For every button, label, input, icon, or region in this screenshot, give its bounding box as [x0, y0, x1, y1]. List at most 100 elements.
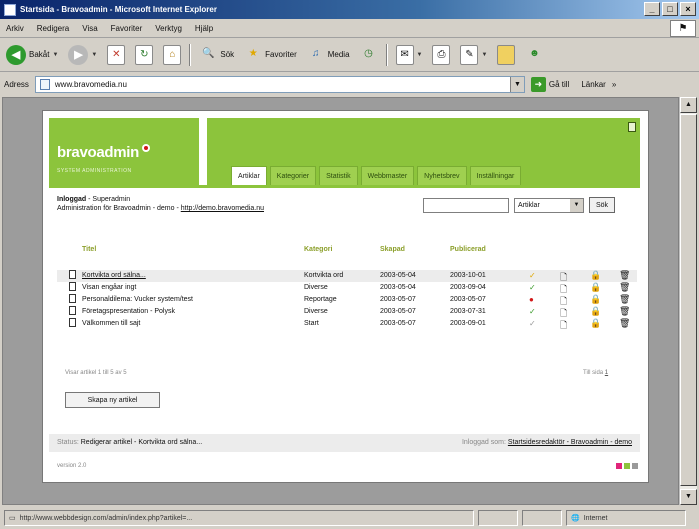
table-row[interactable]: Företagspresentation - Polysk Diverse 20…	[57, 306, 637, 318]
go-button[interactable]: ➜ Gå till	[530, 77, 569, 92]
menu-hjalp[interactable]: Hjälp	[195, 24, 213, 33]
article-published: 2003-10-01	[450, 272, 486, 279]
table-row[interactable]: Personaldilema: Vucker system/test Repor…	[57, 294, 637, 306]
favorites-button[interactable]: ★ Favoriter	[242, 42, 299, 68]
maximize-button[interactable]: □	[662, 2, 678, 16]
column-category[interactable]: Kategori	[304, 246, 332, 253]
lock-icon[interactable]: 🔒	[590, 294, 601, 305]
lock-icon[interactable]: 🔒	[590, 318, 601, 329]
delete-icon[interactable]: 🗑	[619, 306, 630, 317]
delete-icon[interactable]: 🗑	[619, 270, 630, 281]
menu-arkiv[interactable]: Arkiv	[6, 24, 24, 33]
menu-redigera[interactable]: Redigera	[37, 24, 69, 33]
tab-statistik[interactable]: Statistik	[319, 166, 358, 185]
tab-installningar[interactable]: Inställningar	[469, 166, 522, 185]
logged-in-links[interactable]: Startsidesredaktör - Bravoadmin - demo	[508, 439, 632, 446]
stop-button[interactable]: ✕	[105, 42, 127, 68]
media-icon: ♫	[311, 47, 320, 59]
forward-button[interactable]: ▶ ▼	[66, 42, 99, 68]
bravoadmin-logo: bravoadmin SYSTEM ADMINISTRATION	[49, 118, 199, 185]
edit-button[interactable]: ✎ ▼	[458, 42, 489, 68]
menu-favoriter[interactable]: Favoriter	[111, 24, 143, 33]
article-published: 2003-07-31	[450, 308, 486, 315]
page-icon: ▭	[9, 515, 16, 522]
folder-button[interactable]	[495, 42, 517, 68]
lock-icon[interactable]: 🔒	[590, 306, 601, 317]
edit-article-icon[interactable]: 🗋	[560, 318, 567, 334]
refresh-button[interactable]: ↻	[133, 42, 155, 68]
media-button[interactable]: ♫ Media	[305, 42, 352, 68]
delete-icon[interactable]: 🗑	[619, 294, 630, 305]
color-swatch-green[interactable]	[624, 463, 630, 469]
column-created[interactable]: Skapad	[380, 246, 405, 253]
user-label: Inloggad	[57, 196, 87, 203]
home-icon: ⌂	[163, 44, 182, 65]
search-button[interactable]: 🔍 Sök	[197, 42, 236, 68]
tab-bar: Artiklar Kategorier Statistik Webbmaster…	[231, 166, 522, 185]
new-article-button[interactable]: Skapa ny artikel	[65, 392, 160, 408]
table-row[interactable]: Välkommen till sajt Start 2003-05-07 200…	[57, 318, 637, 330]
article-title[interactable]: Visan engåar ingt	[82, 284, 136, 291]
tab-nyhetsbrev[interactable]: Nyhetsbrev	[417, 166, 467, 185]
chevron-down-icon[interactable]: ▼	[509, 77, 524, 92]
color-switcher	[616, 463, 638, 469]
article-category: Start	[304, 320, 319, 327]
lock-icon[interactable]: 🔒	[590, 270, 601, 281]
article-title[interactable]: Företagspresentation - Polysk	[82, 308, 175, 315]
close-button[interactable]: ×	[680, 2, 696, 16]
pager-page-link[interactable]: 1	[605, 370, 608, 376]
lock-icon[interactable]: 🔒	[590, 282, 601, 293]
user-name: Superadmin	[92, 196, 131, 203]
article-published: 2003-09-01	[450, 320, 486, 327]
article-created: 2003-05-07	[380, 308, 416, 315]
menu-visa[interactable]: Visa	[82, 24, 97, 33]
table-row[interactable]: Visan engåar ingt Diverse 2003-05-04 200…	[57, 282, 637, 294]
tab-kategorier[interactable]: Kategorier	[269, 166, 317, 185]
delete-icon[interactable]: 🗑	[619, 318, 630, 329]
scroll-thumb[interactable]	[680, 114, 697, 486]
chevron-right-icon[interactable]: »	[612, 80, 616, 89]
home-button[interactable]: ⌂	[161, 42, 183, 68]
history-button[interactable]: ◷	[358, 42, 380, 68]
status-segment	[522, 510, 562, 526]
chevron-down-icon: ▼	[52, 51, 59, 58]
article-title[interactable]: Kortvikta ord sälna...	[82, 272, 146, 279]
tab-webbmaster[interactable]: Webbmaster	[360, 166, 415, 185]
status-icon: ✓	[529, 271, 536, 280]
delete-icon[interactable]: 🗑	[619, 282, 630, 293]
mail-button[interactable]: ✉ ▼	[394, 42, 425, 68]
search-scope-select[interactable]: Artiklar ▼	[514, 197, 584, 213]
scroll-up-icon[interactable]: ▲	[680, 97, 697, 113]
article-category: Kortvikta ord	[304, 272, 344, 279]
vertical-scrollbar[interactable]: ▲ ▼	[679, 97, 697, 505]
table-row[interactable]: Kortvikta ord sälna... Kortvikta ord 200…	[57, 270, 637, 282]
back-button[interactable]: ◀ Bakåt ▼	[4, 42, 60, 68]
scroll-down-icon[interactable]: ▼	[680, 489, 697, 505]
admin-panel: bravoadmin SYSTEM ADMINISTRATION Artikla…	[42, 110, 649, 483]
edit-icon: ✎	[460, 44, 479, 65]
links-button[interactable]: Länkar	[581, 80, 605, 89]
color-swatch-gray[interactable]	[632, 463, 638, 469]
search-button[interactable]: Sök	[589, 197, 616, 213]
column-title[interactable]: Titel	[82, 246, 96, 253]
menu-verktyg[interactable]: Verktyg	[155, 24, 182, 33]
article-title[interactable]: Personaldilema: Vucker system/test	[82, 296, 193, 303]
user-info: Inloggad - Superadmin Administration för…	[57, 196, 265, 212]
address-field[interactable]: www.bravomedia.nu ▼	[34, 76, 525, 93]
article-title[interactable]: Välkommen till sajt	[82, 320, 140, 327]
status-icon: ✓	[529, 307, 536, 316]
messenger-button[interactable]: ☻	[523, 42, 545, 68]
print-button[interactable]: ⎙	[430, 42, 452, 68]
header-divider	[49, 185, 640, 188]
minimize-button[interactable]: _	[644, 2, 660, 16]
status-url-text: http://www.webbdesign.com/admin/index.ph…	[19, 514, 193, 522]
column-published[interactable]: Publicerad	[450, 246, 486, 253]
search-scope-value: Artiklar	[518, 201, 540, 209]
color-swatch-pink[interactable]	[616, 463, 622, 469]
page-icon	[39, 79, 50, 90]
status-text: Redigerar artikel - Kortvikta ord sälna.…	[80, 439, 203, 446]
print-page-icon[interactable]	[628, 122, 636, 132]
search-input[interactable]	[423, 197, 509, 213]
site-link[interactable]: http://demo.bravomedia.nu	[181, 205, 264, 212]
tab-artiklar[interactable]: Artiklar	[231, 166, 267, 185]
